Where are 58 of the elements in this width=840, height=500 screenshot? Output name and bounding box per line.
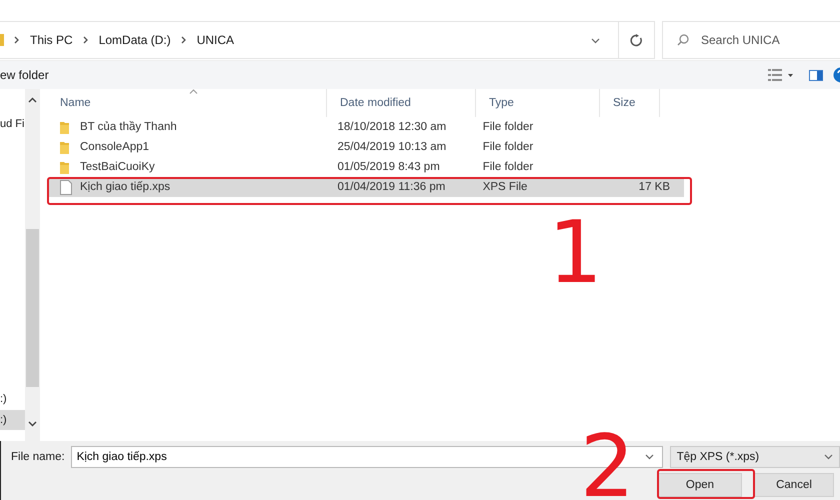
- address-bar[interactable]: This PC LomData (D:) UNICA: [0, 21, 655, 59]
- breadcrumb[interactable]: This PC: [30, 33, 73, 47]
- view-options-icon[interactable]: [768, 69, 782, 81]
- file-row[interactable]: Kịch giao tiếp.xps 01/04/2019 11:36 pm XPS File 17 KB: [49, 177, 684, 197]
- nav-item[interactable]: :): [0, 410, 25, 430]
- file-row[interactable]: ConsoleApp1 25/04/2019 10:13 am File folder: [49, 137, 684, 157]
- breadcrumb[interactable]: UNICA: [196, 33, 234, 47]
- chevron-icon: [14, 36, 20, 44]
- folder-icon: [60, 140, 69, 154]
- file-name: BT của thầy Thanh: [80, 121, 177, 133]
- nav-item[interactable]: :): [0, 389, 25, 409]
- date-modified: 01/05/2019 8:43 pm: [337, 161, 440, 173]
- nav-item[interactable]: ud Fi: [0, 114, 25, 134]
- file-type: File folder: [482, 121, 534, 133]
- dropdown-icon[interactable]: [824, 454, 833, 460]
- file-name-label: File name:: [11, 451, 65, 463]
- folder-icon: [0, 34, 4, 46]
- file-name: ConsoleApp1: [80, 141, 150, 153]
- cancel-button[interactable]: Cancel: [754, 473, 834, 497]
- search-icon: [677, 34, 689, 46]
- file-type-dropdown[interactable]: Tệp XPS (*.xps): [670, 446, 840, 468]
- folder-icon: [60, 160, 69, 174]
- column-header[interactable]: Size: [600, 89, 660, 117]
- dropdown-icon[interactable]: [644, 454, 654, 460]
- refresh-icon[interactable]: [630, 34, 643, 46]
- scroll-up-icon[interactable]: [28, 97, 37, 103]
- file-type: File folder: [482, 141, 534, 153]
- scrollbar[interactable]: [25, 89, 40, 441]
- file-name: TestBaiCuoiKy: [80, 161, 155, 173]
- file-size: 17 KB: [638, 181, 670, 193]
- preview-pane-icon[interactable]: [809, 70, 823, 80]
- column-header[interactable]: Date modified: [327, 89, 476, 117]
- file-icon: [60, 180, 72, 194]
- step-number: 1: [548, 210, 603, 296]
- file-row[interactable]: TestBaiCuoiKy 01/05/2019 8:43 pm File folder: [49, 157, 684, 177]
- column-header[interactable]: Type: [476, 89, 600, 117]
- scroll-down-icon[interactable]: [28, 421, 37, 427]
- chevron-icon: [82, 36, 89, 44]
- dropdown-icon[interactable]: [591, 38, 600, 44]
- scrollbar-thumb[interactable]: [26, 229, 39, 387]
- date-modified: 18/10/2018 12:30 am: [337, 121, 446, 133]
- dropdown-icon[interactable]: [788, 74, 793, 76]
- search-field[interactable]: Search UNICA: [699, 32, 823, 48]
- chevron-icon: [180, 36, 187, 44]
- sort-icon: [189, 89, 198, 94]
- file-type: File folder: [482, 161, 534, 173]
- open-button[interactable]: Open: [658, 473, 742, 497]
- new-folder-button[interactable]: ew folder: [0, 68, 49, 82]
- file-name: Kịch giao tiếp.xps: [80, 181, 170, 193]
- file-row[interactable]: BT của thầy Thanh 18/10/2018 12:30 am File folder: [49, 117, 684, 137]
- breadcrumb[interactable]: LomData (D:): [98, 33, 171, 47]
- folder-icon: [60, 120, 69, 134]
- date-modified: 01/04/2019 11:36 pm: [337, 181, 446, 193]
- help-icon[interactable]: [833, 67, 840, 83]
- search-box[interactable]: Search UNICA: [662, 21, 840, 59]
- date-modified: 25/04/2019 10:13 am: [337, 141, 446, 153]
- column-header[interactable]: Name: [47, 89, 327, 117]
- file-type: XPS File: [482, 181, 528, 193]
